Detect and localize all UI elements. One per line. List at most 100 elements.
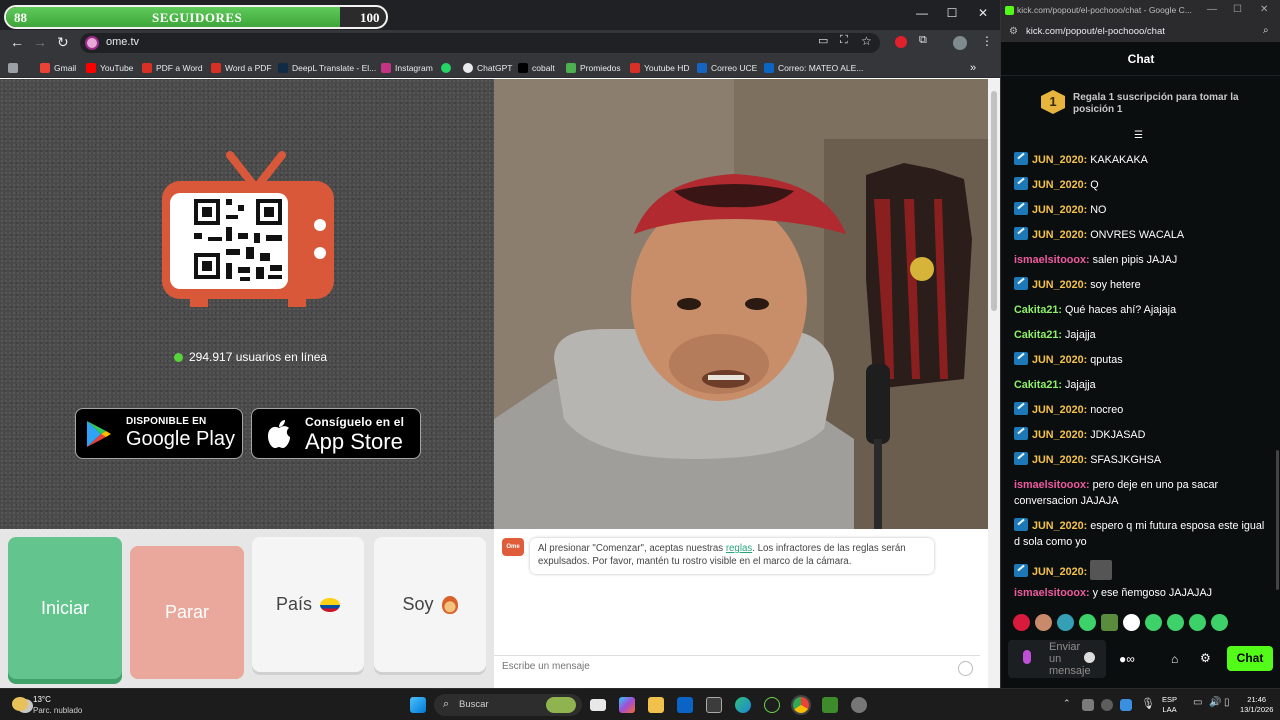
emoji-icon[interactable] <box>958 661 973 676</box>
address-bar[interactable]: ome.tv <box>80 33 880 53</box>
minecraft-icon[interactable] <box>822 697 838 713</box>
chat-scrollbar[interactable] <box>1276 450 1279 590</box>
onedrive-icon[interactable] <box>1120 699 1132 711</box>
gender-selector[interactable]: Soy <box>374 537 486 672</box>
emoji-picker-icon[interactable] <box>1084 652 1095 663</box>
chat-username[interactable]: JUN_2020 <box>1032 229 1084 241</box>
edge-icon[interactable] <box>735 697 751 713</box>
minimize-icon[interactable]: — <box>1207 4 1217 15</box>
profile-avatar-icon[interactable] <box>953 36 967 50</box>
maximize-icon[interactable]: ☐ <box>942 6 962 20</box>
chat-username[interactable]: JUN_2020 <box>1032 520 1084 532</box>
microsoft-store-icon[interactable] <box>706 697 722 713</box>
upwork-icon[interactable] <box>764 697 780 713</box>
bookmark-deepl[interactable]: DeepL Translate - El... <box>278 61 376 75</box>
emote-icon[interactable] <box>1189 614 1206 631</box>
bookmark-word-a-pdf[interactable]: Word a PDF <box>211 61 272 75</box>
chat-username[interactable]: JUN_2020 <box>1032 566 1084 578</box>
chat-username[interactable]: Cakita21 <box>1014 304 1058 316</box>
bookmark-promiedos[interactable]: Promiedos <box>566 61 621 75</box>
maximize-icon[interactable]: ☐ <box>1233 4 1242 15</box>
bookmark-gmail[interactable]: Gmail <box>40 61 76 75</box>
chat-username[interactable]: JUN_2020 <box>1032 454 1084 466</box>
emote-icon[interactable] <box>1167 614 1184 631</box>
rules-link[interactable]: reglas <box>726 543 752 554</box>
app-store-button[interactable]: Consíguelo en el App Store <box>251 408 421 459</box>
bookmark-correo-uce[interactable]: Correo UCE <box>697 61 757 75</box>
google-play-button[interactable]: DISPONIBLE EN Google Play <box>75 408 243 459</box>
start-button[interactable]: Iniciar <box>8 537 122 679</box>
reload-icon[interactable]: ↻ <box>57 34 69 51</box>
taskbar-search[interactable]: ⌕ Buscar <box>434 694 582 716</box>
bookmark-chatgpt[interactable]: ChatGPT <box>463 61 512 75</box>
emote-icon[interactable] <box>1211 614 1228 631</box>
volume-icon[interactable]: 🔊 <box>1209 697 1221 708</box>
tray-chevron-icon[interactable]: ⌃ <box>1063 698 1071 709</box>
file-explorer-icon[interactable] <box>648 697 664 713</box>
translate-icon[interactable]: ⛶ <box>840 34 848 47</box>
emote-icon[interactable] <box>1035 614 1052 631</box>
cast-icon[interactable]: ▭ <box>818 34 828 47</box>
store-icon[interactable]: ⌂ <box>1171 652 1178 666</box>
copilot-icon[interactable] <box>619 697 635 713</box>
menu-kebab-icon[interactable]: ⋮ <box>981 34 993 48</box>
chat-username[interactable]: Cakita21 <box>1014 379 1058 391</box>
tray-app-icon[interactable] <box>1101 699 1113 711</box>
emote-icon[interactable] <box>1013 614 1030 631</box>
close-icon[interactable]: ✕ <box>973 6 993 20</box>
obs-icon[interactable] <box>851 697 867 713</box>
emote-icon[interactable] <box>1057 614 1074 631</box>
chat-username[interactable]: ismaelsitooox <box>1014 479 1086 491</box>
chat-username[interactable]: ismaelsitooox <box>1014 254 1086 266</box>
bookmark-star-icon[interactable]: ☆ <box>861 34 872 48</box>
chat-username[interactable]: JUN_2020 <box>1032 204 1084 216</box>
stop-button[interactable]: Parar <box>130 546 244 679</box>
bookmark-pdf-a-word[interactable]: PDF a Word <box>142 61 203 75</box>
tray-app-icon[interactable] <box>1082 699 1094 711</box>
more-bookmarks-icon[interactable]: » <box>970 61 976 75</box>
emote-icon[interactable] <box>1145 614 1162 631</box>
bookmark-youtube[interactable]: YouTube <box>86 61 133 75</box>
extension-record-icon[interactable] <box>895 36 907 48</box>
windows-start-icon[interactable] <box>410 697 426 713</box>
bookmark-youtube-hd[interactable]: Youtube HD <box>630 61 690 75</box>
apps-grid-icon[interactable] <box>8 61 18 75</box>
scrollbar-thumb[interactable] <box>991 91 997 311</box>
gift-sub-promo[interactable]: Regala 1 suscripción para tomar la posic… <box>1073 92 1253 116</box>
chat-username[interactable]: JUN_2020 <box>1032 179 1084 191</box>
kick-address-bar[interactable]: ⚙ kick.com/popout/el-pochooo/chat ⌕ <box>1001 22 1280 42</box>
clock[interactable]: 21:46 13/1/2026 <box>1240 695 1273 715</box>
country-selector[interactable]: País <box>252 537 364 672</box>
chat-username[interactable]: Cakita21 <box>1014 329 1058 341</box>
chat-username[interactable]: JUN_2020 <box>1032 279 1084 291</box>
message-input[interactable] <box>502 661 942 672</box>
page-scrollbar[interactable] <box>988 79 1000 688</box>
battery-icon[interactable]: ▯ <box>1224 697 1230 708</box>
minimize-icon[interactable]: — <box>912 6 932 20</box>
forward-icon[interactable]: → <box>33 34 47 50</box>
task-view-icon[interactable] <box>590 699 606 711</box>
close-icon[interactable]: ✕ <box>1260 4 1268 15</box>
site-settings-icon[interactable]: ⚙ <box>1009 26 1018 37</box>
outlook-icon[interactable] <box>677 697 693 713</box>
language-indicator[interactable]: ESP LAA <box>1162 695 1177 715</box>
bookmark-correo-mateo[interactable]: Correo: MATEO ALE... <box>764 61 863 75</box>
back-icon[interactable]: ← <box>10 34 24 50</box>
weather-cloud-icon[interactable] <box>12 697 28 711</box>
emote-icon[interactable] <box>1101 614 1118 631</box>
network-icon[interactable]: ▭ <box>1193 697 1202 708</box>
settings-gear-icon[interactable]: ⚙ <box>1200 651 1211 665</box>
send-chat-button[interactable]: Chat <box>1227 646 1273 671</box>
chat-username[interactable]: JUN_2020 <box>1032 354 1084 366</box>
bookmark-cobalt[interactable]: cobalt <box>518 61 555 75</box>
chat-input[interactable]: Enviar un mensaje <box>1008 640 1106 678</box>
zoom-search-icon[interactable]: ⌕ <box>1263 25 1269 36</box>
dots-infinity-icon[interactable]: ●∞ <box>1119 652 1135 666</box>
chat-username[interactable]: JUN_2020 <box>1032 404 1084 416</box>
collapse-pinned-icon[interactable]: ☰ <box>1134 130 1143 141</box>
chat-username[interactable]: JUN_2020 <box>1032 429 1084 441</box>
bookmark-whatsapp[interactable] <box>441 61 451 75</box>
extensions-puzzle-icon[interactable]: ⧉ <box>919 34 927 47</box>
emote-icon[interactable] <box>1079 614 1096 631</box>
emote-icon[interactable] <box>1123 614 1140 631</box>
